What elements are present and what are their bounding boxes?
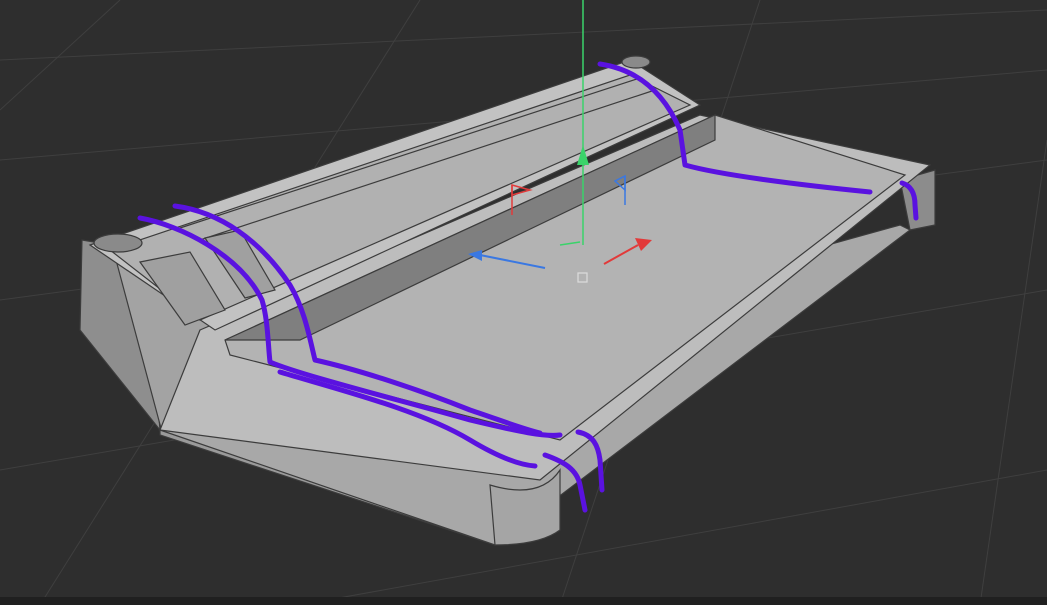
3d-viewport[interactable] <box>0 0 1047 605</box>
keyboard-case-model[interactable] <box>79 55 936 546</box>
viewport-status-strip <box>0 597 1047 605</box>
